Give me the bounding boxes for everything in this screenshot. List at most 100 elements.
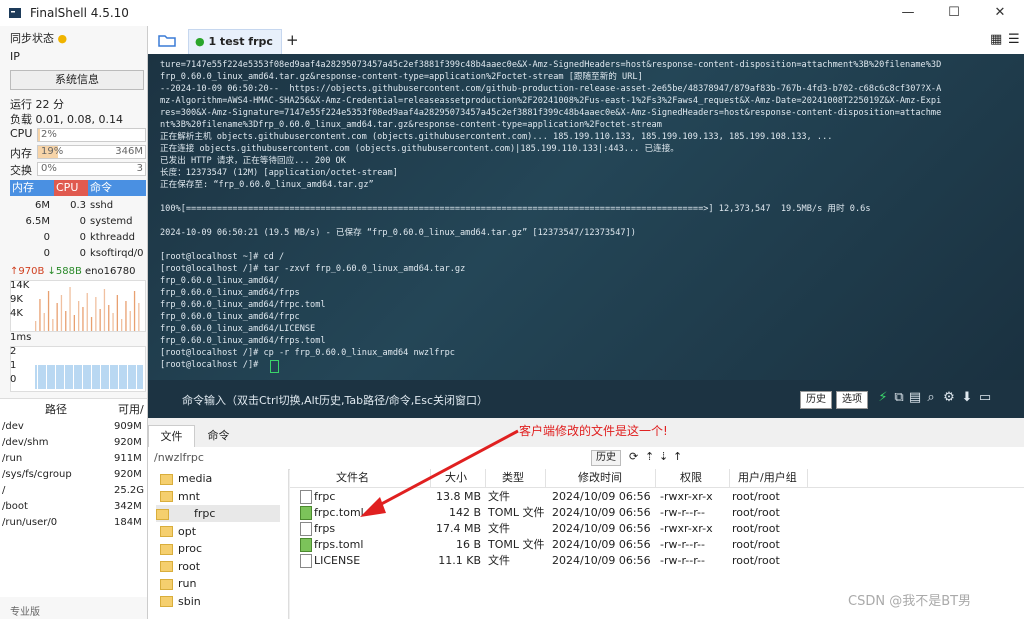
disk-row[interactable]: /run 911M — [2, 451, 143, 467]
file-row[interactable]: LICENSE 11.1 KB 文件 2024/10/09 06:56 -rw-r--r… — [290, 553, 1024, 569]
terminal-line: res=300&X-Amz-Signature=7147e55f224e5353… — [160, 108, 942, 118]
connected-dot-icon: ● — [195, 35, 205, 48]
file-row[interactable]: frps.toml 16 B TOML 文件 2024/10/09 06:56 -rw-… — [290, 537, 1024, 553]
net-bar — [39, 299, 41, 331]
search-icon[interactable]: ⌕ — [924, 390, 938, 406]
net-bar — [35, 321, 37, 331]
command-column[interactable]: 命令 — [88, 180, 146, 196]
disk-row[interactable]: /dev 909M — [2, 419, 143, 435]
copy-icon[interactable]: ⧉ — [892, 390, 906, 406]
folder-icon — [156, 508, 169, 520]
process-row[interactable]: 6.5M 0 systemd — [10, 214, 144, 230]
file-name: frps — [314, 522, 336, 535]
folder-open-icon[interactable] — [158, 33, 176, 47]
minimize-button[interactable]: — — [885, 0, 931, 26]
owner-column[interactable]: 用户/用户组 — [730, 469, 808, 487]
mem-column[interactable]: 内存 — [10, 180, 56, 196]
net-bar — [78, 301, 80, 331]
tree-item-media[interactable]: media — [160, 470, 212, 487]
disk-avail-column[interactable]: 可用/ — [118, 401, 144, 417]
tree-item-opt[interactable]: opt — [160, 523, 196, 540]
path-input[interactable]: /nwzlfrpc — [154, 451, 204, 464]
tree-item-proc[interactable]: proc — [160, 540, 202, 557]
terminal-line: 已发出 HTTP 请求，正在等待回应... 200 OK — [160, 156, 346, 166]
disk-path-column[interactable]: 路径 — [45, 401, 67, 417]
tab-files[interactable]: 文件 — [148, 425, 195, 448]
status-dot-icon: ● — [57, 32, 68, 45]
permission-column[interactable]: 权限 — [656, 469, 730, 487]
tree-item-mnt[interactable]: mnt — [160, 488, 200, 505]
file-permission: -rw-r--r-- — [660, 538, 705, 551]
net-bar — [121, 319, 123, 331]
disk-row[interactable]: /sys/fs/cgroup 920M — [2, 467, 143, 483]
maximize-button[interactable]: ☐ — [931, 0, 977, 26]
memory-label: 内存 — [10, 147, 32, 160]
lightning-icon[interactable]: ⚡ — [876, 390, 890, 406]
path-history-button[interactable]: 历史 — [591, 450, 621, 466]
disk-table: /dev 909M/dev/shm 920M/run 911M/sys/fs/cgro… — [0, 417, 147, 597]
command-input-hint[interactable]: 命令输入（双击Ctrl切换,Alt历史,Tab路径/命令,Esc关闭窗口） — [182, 392, 488, 408]
net-bar — [116, 295, 118, 331]
system-info-button[interactable]: 系统信息 — [10, 70, 144, 90]
net-bar — [90, 317, 93, 331]
disk-size: 184M — [114, 517, 142, 528]
paste-icon[interactable]: ▤ — [908, 390, 922, 406]
folder-icon — [160, 596, 173, 607]
process-row[interactable]: 6M 0.3 sshd — [10, 198, 144, 214]
process-command: systemd — [90, 216, 133, 227]
file-icon — [300, 490, 312, 504]
latency-tick — [73, 365, 74, 389]
tree-item-frpc[interactable]: frpc — [156, 505, 280, 522]
close-button[interactable]: ✕ — [977, 0, 1023, 26]
tree-item-label: proc — [178, 542, 203, 555]
command-input-bar[interactable]: 命令输入（双击Ctrl切换,Alt历史,Tab路径/命令,Esc关闭窗口） 历史… — [148, 380, 1024, 418]
gear-icon[interactable]: ⚙ — [942, 390, 956, 406]
disk-path: /sys/fs/cgroup — [2, 469, 72, 480]
cpu-label: CPU — [10, 127, 33, 140]
disk-row[interactable]: /run/user/0 184M — [2, 515, 143, 531]
window-icon[interactable]: ▭ — [978, 390, 992, 406]
tree-item-sbin[interactable]: sbin — [160, 593, 201, 610]
add-tab-button[interactable]: + — [286, 31, 299, 49]
terminal-line: mz-Algorithm=AWS4-HMAC-SHA256&X-Amz-Cred… — [160, 96, 942, 106]
mtime-column[interactable]: 修改时间 — [546, 469, 656, 487]
net-bar — [43, 313, 45, 331]
disk-table-header: 路径 可用/ — [0, 398, 147, 418]
process-row[interactable]: 0 0 kthreadd — [10, 230, 144, 246]
file-icon — [300, 522, 312, 536]
terminal[interactable]: ture=7147e55f224e5353f08ed9aaf4a28295073… — [148, 54, 1024, 380]
tree-item-run[interactable]: run — [160, 575, 196, 592]
net-bar — [47, 291, 50, 331]
tab-commands[interactable]: 命令 — [196, 425, 241, 447]
cpu-column[interactable]: CPU — [54, 180, 90, 196]
sync-status: 同步状态 ● — [10, 32, 68, 45]
upload-arrow-icon[interactable]: ↑ — [673, 450, 682, 463]
tab-test-frpc[interactable]: ● 1 test frpc — [188, 29, 282, 54]
download-file-icon[interactable]: ⇣ — [659, 450, 668, 463]
process-row[interactable]: 0 0 ksoftirqd/0 — [10, 246, 144, 262]
latency-tick — [64, 365, 65, 389]
disk-row[interactable]: /boot 342M — [2, 499, 143, 515]
file-name: frps.toml — [314, 538, 364, 551]
process-command: kthreadd — [90, 232, 135, 243]
list-view-icon[interactable]: ☰ — [1008, 32, 1020, 47]
options-button[interactable]: 选项 — [836, 391, 868, 409]
disk-row[interactable]: / 25.2G — [2, 483, 145, 499]
latency-graph — [10, 346, 146, 392]
net-bar — [129, 311, 131, 331]
grid-view-icon[interactable]: ▦ — [990, 32, 1002, 47]
app-icon — [9, 8, 21, 18]
refresh-icon[interactable]: ⟳ — [629, 450, 638, 463]
file-mtime: 2024/10/09 06:56 — [552, 554, 651, 567]
disk-size: 25.2G — [114, 485, 145, 496]
tree-item-label: sbin — [178, 594, 201, 608]
process-cpu: 0.3 — [70, 200, 86, 211]
terminal-line: --2024-10-09 06:50:20-- https://objects.… — [160, 84, 942, 94]
tree-item-root[interactable]: root — [160, 558, 200, 575]
upload-icon[interactable]: ⇡ — [645, 450, 654, 463]
history-button[interactable]: 历史 — [800, 391, 832, 409]
disk-path: /run — [2, 453, 23, 464]
disk-row[interactable]: /dev/shm 920M — [2, 435, 143, 451]
download-icon[interactable]: ⬇ — [960, 390, 974, 406]
